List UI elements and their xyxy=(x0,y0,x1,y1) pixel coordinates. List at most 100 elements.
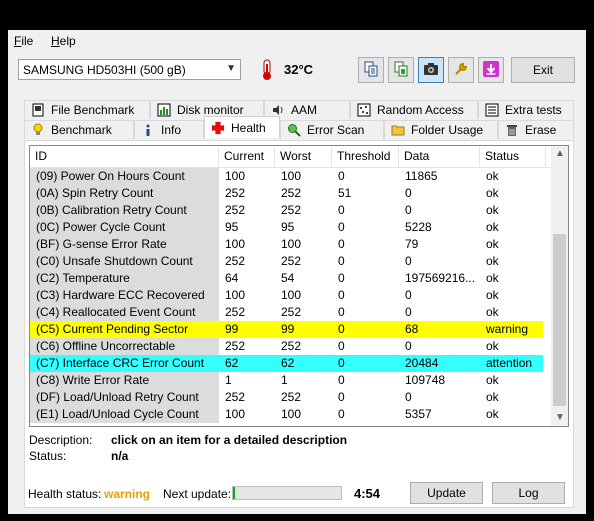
tab-erase[interactable]: Erase xyxy=(498,120,574,139)
copy-text-button[interactable] xyxy=(358,57,384,83)
cell-id: (C8) Write Error Rate xyxy=(30,372,219,389)
cell-worst: 100 xyxy=(281,237,302,251)
scroll-down-icon[interactable]: ▼ xyxy=(555,412,565,423)
cell-current: 252 xyxy=(225,339,246,353)
copy-report-icon xyxy=(393,61,409,80)
table-row[interactable]: (09) Power On Hours Count 100 100 0 11865 ok xyxy=(30,168,543,185)
column-header-status[interactable]: Status xyxy=(480,146,546,167)
speaker-icon xyxy=(271,103,285,117)
tab-label: Extra tests xyxy=(505,103,562,117)
table-row[interactable]: (C3) Hardware ECC Recovered 100 100 0 0 ok xyxy=(30,287,543,304)
health-status-label: Health status: xyxy=(28,487,102,501)
cell-status: ok xyxy=(486,390,499,404)
cell-worst: 252 xyxy=(281,390,302,404)
update-progress-bar xyxy=(232,486,342,500)
tab-health[interactable]: Health xyxy=(204,116,280,138)
cell-data: 0 xyxy=(405,288,412,302)
table-row[interactable]: (C4) Reallocated Event Count 252 252 0 0 ok xyxy=(30,304,543,321)
column-header-current[interactable]: Current xyxy=(219,146,275,167)
table-row[interactable]: (E1) Load/Unload Cycle Count 100 100 0 5357 o… xyxy=(30,406,543,423)
screenshot-button[interactable] xyxy=(418,57,444,83)
cell-status: ok xyxy=(486,186,499,200)
tab-benchmark[interactable]: Benchmark xyxy=(24,120,134,139)
cell-threshold: 0 xyxy=(338,254,345,268)
drive-select[interactable]: SAMSUNG HD503HI (500 gB) ▼ xyxy=(18,59,241,80)
cell-status: ok xyxy=(486,254,499,268)
cell-current: 100 xyxy=(225,237,246,251)
toolbar: SAMSUNG HD503HI (500 gB) ▼ 32°C Exit xyxy=(8,54,586,92)
cell-status: ok xyxy=(486,237,499,251)
trash-icon xyxy=(505,123,519,137)
tab-random-access[interactable]: Random Access xyxy=(350,100,478,119)
exit-button[interactable]: Exit xyxy=(511,57,575,83)
table-row[interactable]: (C7) Interface CRC Error Count 62 62 0 20484… xyxy=(30,355,543,372)
update-button[interactable]: Update xyxy=(410,482,483,504)
cell-current: 100 xyxy=(225,407,246,421)
tab-info[interactable]: Info xyxy=(134,120,204,139)
cell-data: 0 xyxy=(405,254,412,268)
options-wrench-icon xyxy=(453,61,469,80)
cell-worst: 100 xyxy=(281,288,302,302)
tab-error-scan[interactable]: Error Scan xyxy=(280,120,384,139)
vertical-scrollbar[interactable]: ▲ ▼ xyxy=(551,146,568,426)
tab-extra-tests[interactable]: Extra tests xyxy=(478,100,574,119)
table-row[interactable]: (C2) Temperature 64 54 0 197569216... ok xyxy=(30,270,543,287)
update-countdown: 4:54 xyxy=(354,486,381,501)
table-row[interactable]: (C8) Write Error Rate 1 1 0 109748 ok xyxy=(30,372,543,389)
cell-worst: 99 xyxy=(275,321,332,338)
cell-data: 5228 xyxy=(405,220,432,234)
table-row[interactable]: (0C) Power Cycle Count 95 95 0 5228 ok xyxy=(30,219,543,236)
cell-data: 0 xyxy=(405,305,412,319)
table-row[interactable]: (C6) Offline Uncorrectable 252 252 0 0 ok xyxy=(30,338,543,355)
cell-id: (C6) Offline Uncorrectable xyxy=(30,338,219,355)
disk-monitor-icon xyxy=(157,103,171,117)
tab-label: Random Access xyxy=(377,103,464,117)
cell-threshold: 0 xyxy=(332,321,399,338)
cell-current: 100 xyxy=(225,169,246,183)
cell-id: (0A) Spin Retry Count xyxy=(30,185,219,202)
cell-id: (BF) G-sense Error Rate xyxy=(30,236,219,253)
column-header-worst[interactable]: Worst xyxy=(275,146,332,167)
options-button[interactable] xyxy=(448,57,474,83)
table-row[interactable]: (BF) G-sense Error Rate 100 100 0 79 ok xyxy=(30,236,543,253)
cell-data: 5357 xyxy=(405,407,432,421)
folder-icon xyxy=(391,123,405,137)
cell-data: 11865 xyxy=(405,169,438,183)
smart-table: ID Current Worst Threshold Data Status (… xyxy=(29,145,569,427)
cell-worst: 252 xyxy=(281,186,302,200)
tab-file-benchmark[interactable]: File Benchmark xyxy=(24,100,150,119)
tab-folder-usage[interactable]: Folder Usage xyxy=(384,120,498,139)
table-row[interactable]: (0A) Spin Retry Count 252 252 51 0 ok xyxy=(30,185,543,202)
scroll-up-icon[interactable]: ▲ xyxy=(555,148,565,159)
table-row[interactable]: (DF) Load/Unload Retry Count 252 252 0 0 ok xyxy=(30,389,543,406)
menu-help[interactable]: Help xyxy=(51,34,76,48)
table-row[interactable]: (0B) Calibration Retry Count 252 252 0 0 ok xyxy=(30,202,543,219)
save-button[interactable] xyxy=(478,57,504,83)
cell-current: 252 xyxy=(225,254,246,268)
cell-status: ok xyxy=(486,169,499,183)
cell-status: ok xyxy=(486,271,499,285)
tab-label: Info xyxy=(161,123,182,137)
scroll-thumb[interactable] xyxy=(553,234,566,406)
cell-threshold: 0 xyxy=(338,288,345,302)
cell-worst: 1 xyxy=(281,373,288,387)
drive-select-value: SAMSUNG HD503HI (500 gB) xyxy=(23,63,186,77)
column-header-data[interactable]: Data xyxy=(399,146,480,167)
cell-current: 64 xyxy=(225,271,239,285)
cell-worst: 252 xyxy=(281,305,302,319)
health-status-value: warning xyxy=(104,487,151,501)
save-download-icon xyxy=(482,60,500,81)
cell-id: (C2) Temperature xyxy=(30,270,219,287)
log-button[interactable]: Log xyxy=(492,482,565,504)
description-value: click on an item for a detailed descript… xyxy=(111,433,348,447)
copy-report-button[interactable] xyxy=(388,57,414,83)
column-header-threshold[interactable]: Threshold xyxy=(332,146,399,167)
info-icon xyxy=(141,123,155,137)
temperature-readout: 32°C xyxy=(284,62,314,77)
table-row[interactable]: (C0) Unsafe Shutdown Count 252 252 0 0 ok xyxy=(30,253,543,270)
cell-threshold: 0 xyxy=(338,373,345,387)
menu-file[interactable]: File xyxy=(14,34,33,48)
lightbulb-icon xyxy=(31,123,45,137)
column-header-id[interactable]: ID xyxy=(30,146,219,167)
table-row[interactable]: (C5) Current Pending Sector 99 99 0 68 warnin… xyxy=(30,321,543,338)
